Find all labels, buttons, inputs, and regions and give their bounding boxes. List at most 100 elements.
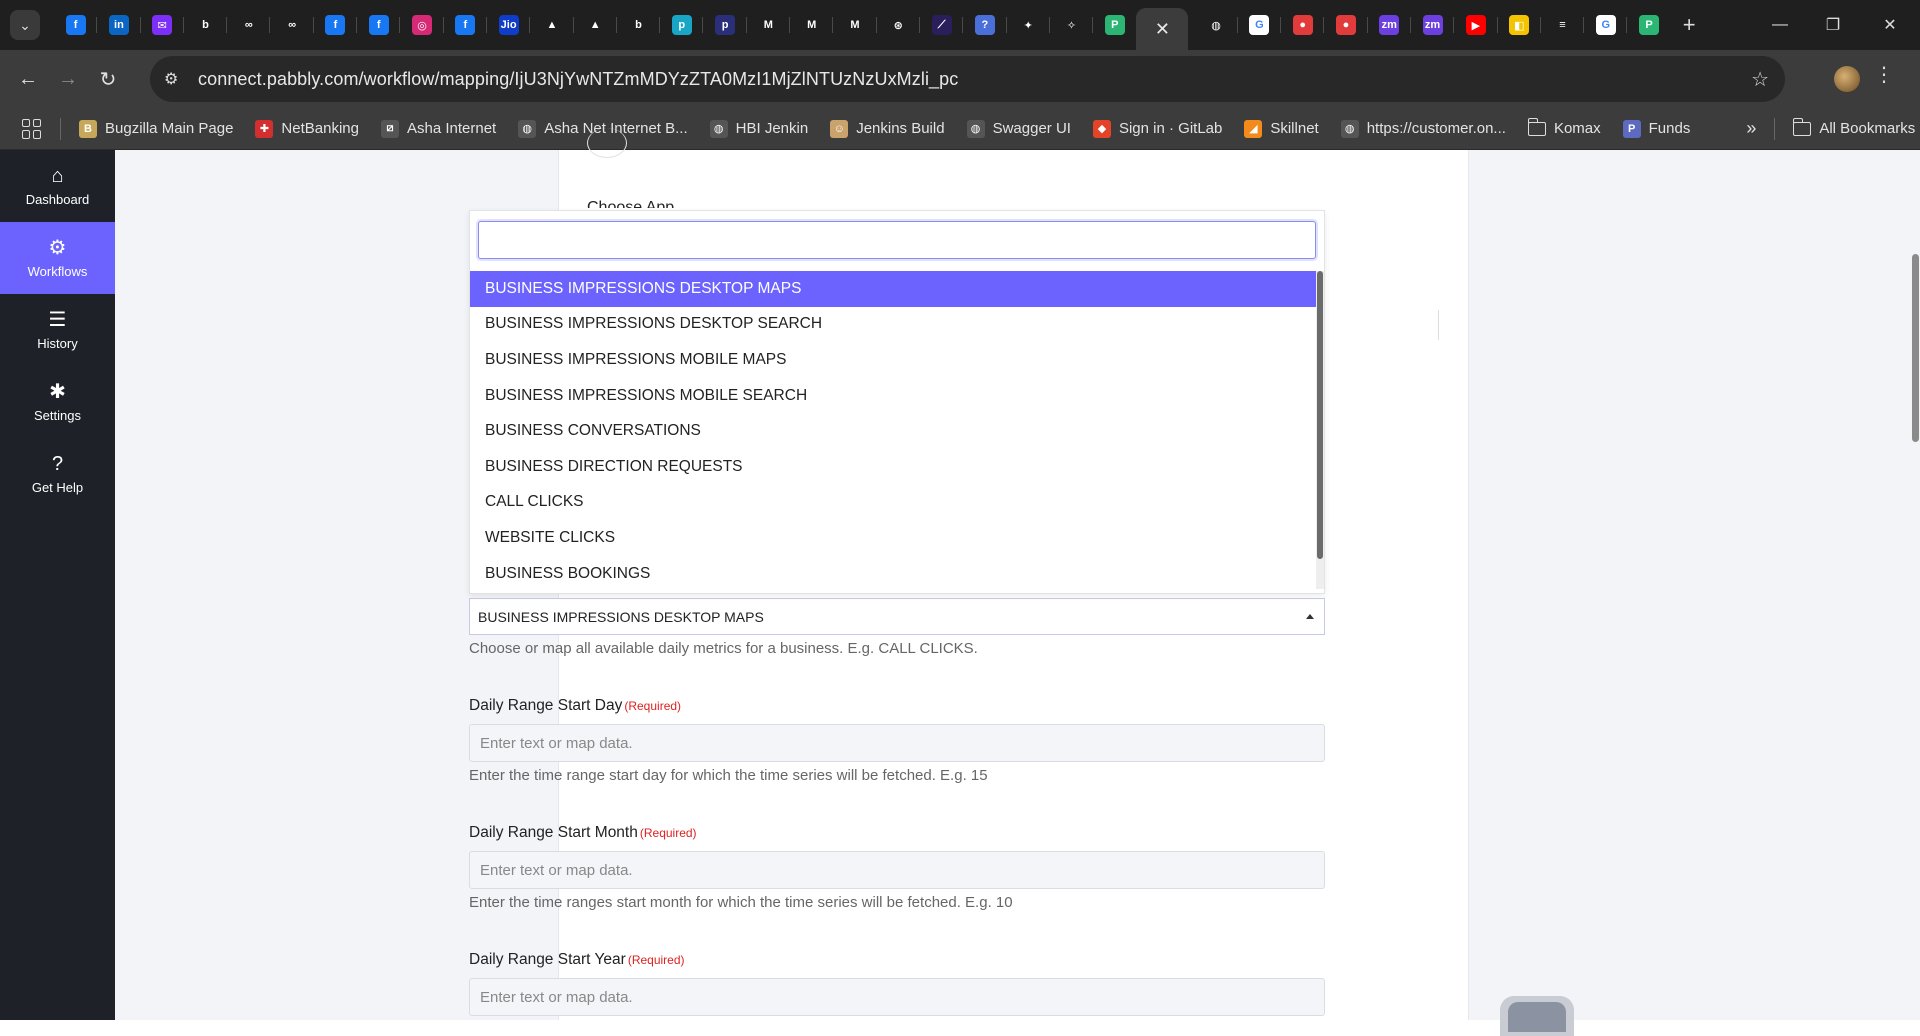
page-scrollbar-thumb[interactable] [1912,254,1919,442]
browser-tab[interactable]: b [617,0,661,50]
browser-tab[interactable]: ▲ [530,0,574,50]
dropdown-scrollbar[interactable] [1316,271,1324,589]
browser-tab[interactable]: ◧ [1498,0,1542,50]
apps-grid-icon[interactable] [22,118,42,139]
dropdown-option[interactable]: BUSINESS BOOKINGS [470,556,1316,592]
reload-icon[interactable]: ↻ [88,59,128,99]
browser-tab[interactable]: p [703,0,748,50]
facebook-tab-icon: f [65,15,86,35]
browser-tab[interactable]: zm [1411,0,1455,50]
bookmark-star-icon[interactable]: ☆ [1751,67,1769,92]
dropdown-scrollbar-thumb[interactable] [1317,271,1323,559]
bookmark-item[interactable]: ✚ NetBanking [255,119,359,138]
browser-tab[interactable]: f [314,0,358,50]
tab-search-button[interactable]: ⌄ [10,10,40,40]
url-text[interactable]: connect.pabbly.com/workflow/mapping/IjU3… [198,69,958,90]
browser-tab[interactable]: zm [1368,0,1412,50]
browser-tab[interactable]: M [790,0,834,50]
browser-tab[interactable]: ▶ [1454,0,1498,50]
minimize-icon[interactable]: — [1750,0,1810,50]
back-arrow-icon[interactable]: ← [8,59,48,99]
browser-tab[interactable]: ⊛ [877,0,921,50]
dropdown-option[interactable]: BUSINESS DIRECTION REQUESTS [470,449,1316,485]
active-tab[interactable]: ✕ [1136,8,1189,50]
bookmarks-overflow-icon[interactable]: » [1746,118,1756,139]
browser-tab[interactable]: G [1584,0,1628,50]
browser-tab[interactable]: in [97,0,141,50]
browser-menu-icon[interactable]: ⋮ [1874,62,1894,87]
sidebar-item-dashboard[interactable]: ⌂ Dashboard [0,150,115,222]
google-tab-icon: G [1249,15,1270,35]
profile-avatar[interactable] [1834,66,1860,92]
bookmark-favicon-icon: ◢ [1244,119,1263,138]
bookmark-item[interactable]: B Bugzilla Main Page [79,119,234,138]
bookmark-folder-komax[interactable]: Komax [1527,117,1601,137]
bookmark-item[interactable]: ◍ Swagger UI [966,119,1071,138]
bookmark-item[interactable]: ◢ Skillnet [1244,119,1319,138]
dropdown-option[interactable]: CALL CLICKS [470,485,1316,521]
browser-tab[interactable]: p [660,0,704,50]
bookmark-item[interactable]: ◍ HBI Jenkin [709,119,808,138]
browser-tab[interactable]: ▲ [574,0,618,50]
browser-tab[interactable]: f [357,0,401,50]
bonsai-tab-icon: b [195,15,216,35]
bookmark-item[interactable]: ◆ Sign in · GitLab [1092,119,1222,138]
sidebar-item-settings[interactable]: ✱ Settings [0,366,115,438]
site-info-icon[interactable]: ⚙ [164,69,194,89]
new-tab-button[interactable]: + [1683,12,1696,38]
bookmark-item[interactable]: ⧄ Asha Internet [380,119,496,138]
forward-arrow-icon[interactable]: → [48,59,88,99]
zoom-tab-icon: zm [1422,15,1443,35]
browser-tab[interactable]: ? [963,0,1007,50]
browser-tab[interactable]: ∞ [270,0,315,50]
browser-tab[interactable]: ⟋ [920,0,964,50]
all-bookmarks-folder[interactable]: All Bookmarks [1793,117,1915,137]
bookmark-item[interactable]: ☺ Jenkins Build [830,119,945,138]
browser-tab[interactable]: ● [1281,0,1325,50]
browser-tab[interactable]: M [833,0,877,50]
browser-tab[interactable]: b [184,0,228,50]
workflow-icon: ⚙ [48,236,67,259]
browser-tab[interactable]: ◎ [400,0,444,50]
browser-tab[interactable]: G [1238,0,1282,50]
start-month-input[interactable] [469,851,1325,889]
browser-tab[interactable]: P [1093,0,1136,50]
browser-tab[interactable]: f [54,0,98,50]
sidebar-item-get-help[interactable]: ? Get Help [0,438,115,510]
close-window-icon[interactable]: ✕ [1860,0,1920,50]
sidebar-item-history[interactable]: ☰ History [0,294,115,366]
dropdown-option[interactable]: BUSINESS IMPRESSIONS MOBILE SEARCH [470,378,1316,414]
dropdown-option[interactable]: WEBSITE CLICKS [470,520,1316,556]
floating-action-button[interactable] [1500,996,1574,1036]
start-day-input[interactable] [469,724,1325,762]
browser-tab[interactable]: ✧ [1050,0,1094,50]
bookmark-item[interactable]: ◍ https://customer.on... [1340,119,1506,138]
pabbly-tab-icon: P [1104,15,1125,35]
dropdown-search-input[interactable] [478,221,1316,259]
start-year-input[interactable] [469,978,1325,1016]
bookmark-funds[interactable]: P Funds [1622,119,1690,138]
daily-metric-select[interactable]: BUSINESS IMPRESSIONS DESKTOP MAPS [469,598,1325,635]
browser-tab[interactable]: ≡ [1541,0,1585,50]
browser-tab[interactable]: ● [1324,0,1368,50]
browser-tab[interactable]: ✉ [141,0,185,50]
close-tab-icon[interactable]: ✕ [1155,19,1170,40]
browser-tab[interactable]: ∞ [227,0,271,50]
browser-tab[interactable]: Jio [487,0,531,50]
address-bar[interactable]: ⚙ connect.pabbly.com/workflow/mapping/Ij… [150,56,1785,102]
bookmark-favicon-icon: ◍ [1340,119,1359,138]
restore-icon[interactable]: ❐ [1803,0,1863,50]
dropdown-option[interactable]: BUSINESS IMPRESSIONS DESKTOP SEARCH [470,307,1316,343]
browser-tab[interactable]: f [444,0,488,50]
dropdown-option[interactable]: BUSINESS CONVERSATIONS [470,413,1316,449]
browser-tab[interactable]: ✦ [1007,0,1051,50]
sidebar-item-workflows[interactable]: ⚙ Workflows [0,222,115,294]
browser-tab[interactable]: ◍ [1194,0,1239,50]
dropdown-option[interactable]: BUSINESS IMPRESSIONS DESKTOP MAPS [470,271,1316,307]
bookmark-label: Bugzilla Main Page [105,120,234,137]
browser-tab[interactable]: M [747,0,791,50]
dropdown-option[interactable]: BUSINESS IMPRESSIONS MOBILE MAPS [470,342,1316,378]
sidebar-item-label: Workflows [27,263,88,279]
app-tab-icon: ▲ [541,15,562,35]
browser-tab[interactable]: P [1627,0,1670,50]
